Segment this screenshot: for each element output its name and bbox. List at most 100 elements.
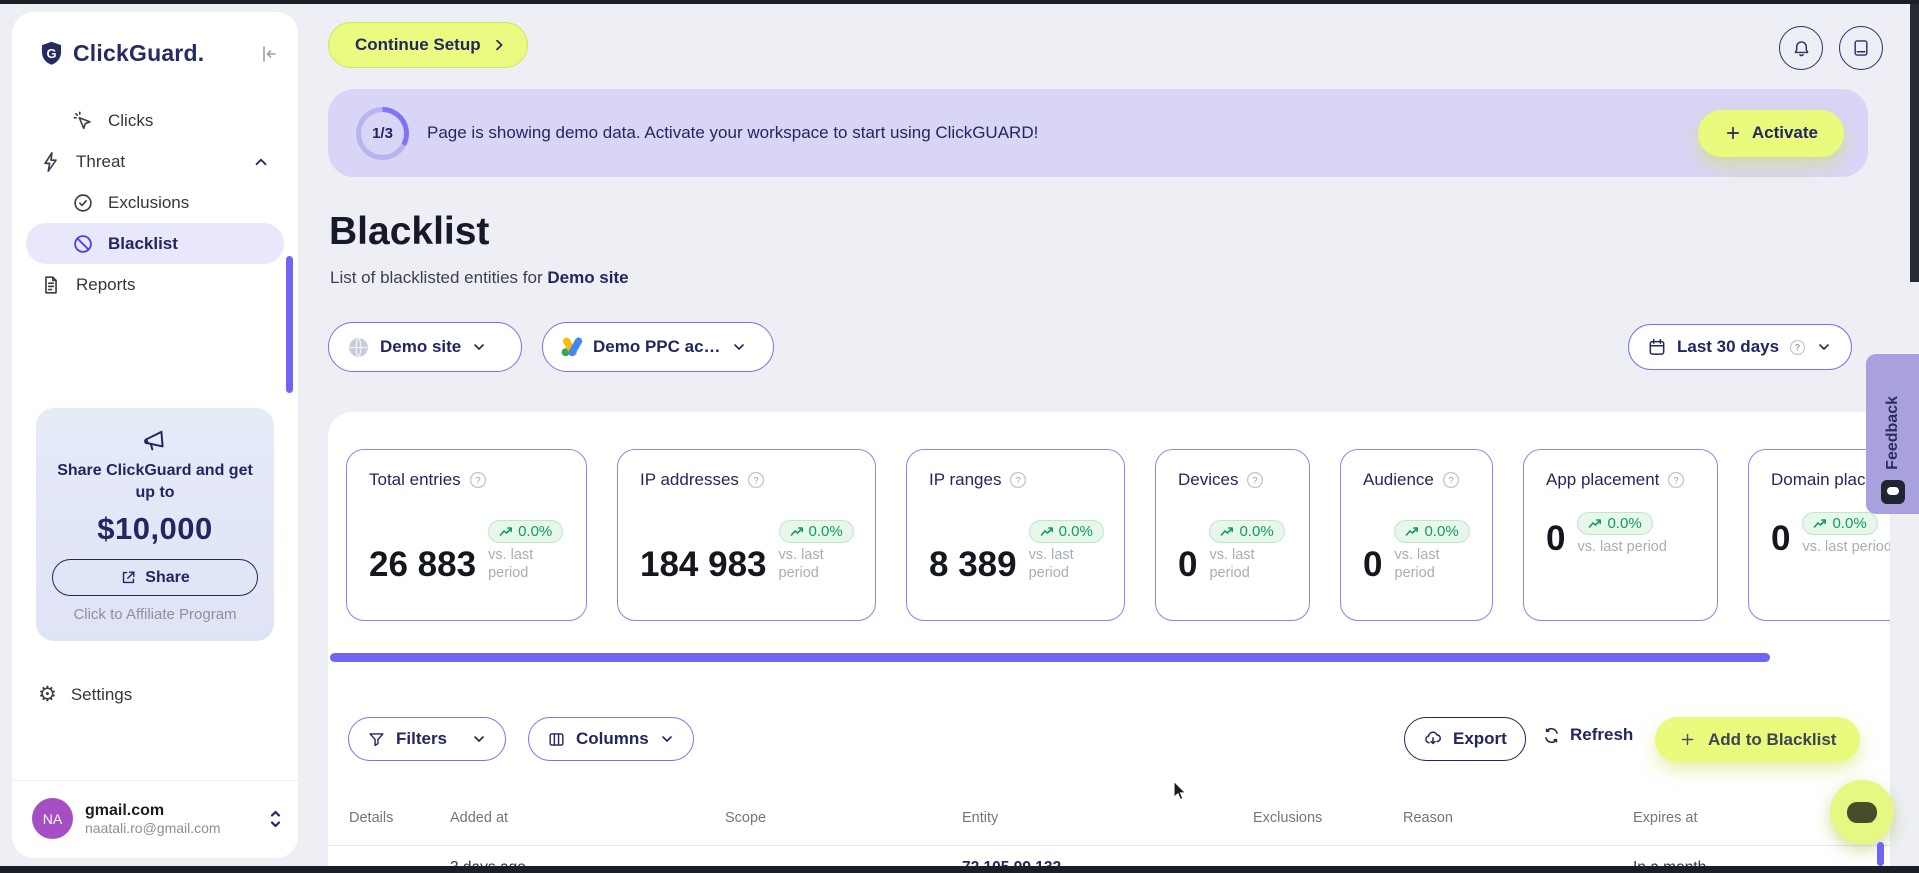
workspace-name: gmail.com [85,801,165,819]
stat-card-devices: Devices ? 0 0.0% vs. last period [1155,449,1310,621]
stat-value: 0 [1363,545,1383,585]
filters-button[interactable]: Filters [348,717,507,761]
column-header-details[interactable]: Details [349,810,393,826]
external-link-icon [120,569,137,586]
feedback-label: Feedback [1883,396,1901,470]
stat-card-audience: Audience ? 0 0.0% vs. last period [1340,449,1493,621]
exclusions-badge-check-icon [72,192,94,214]
sidebar-item-blacklist[interactable]: Blacklist [26,223,284,264]
ppc-account-selector[interactable]: Demo PPC ac… [542,322,774,372]
svg-text:?: ? [1253,475,1258,486]
page-subtitle: List of blacklisted entities for Demo si… [330,268,629,288]
stat-value: 8 389 [929,545,1017,585]
stat-label: Audience [1363,470,1434,489]
brand-shield-icon: G [38,40,65,67]
stat-note: vs. last period [1577,539,1667,555]
chevron-down-icon [1816,339,1832,355]
sidebar-item-label: Threat [76,151,126,171]
stat-delta: 0.0% [808,523,843,540]
cell-expires-at: In a month [1633,859,1706,866]
subtitle-text: List of blacklisted entities for [330,268,543,287]
blacklist-panel: Total entries ? 26 883 0.0% vs. last per… [328,412,1890,866]
site-selector-value: Demo site [380,337,462,356]
column-header-reason[interactable]: Reason [1403,810,1453,826]
subtitle-site-name: Demo site [547,268,629,287]
question-circle-icon[interactable]: ? [1667,471,1685,489]
sidebar-collapse-icon[interactable] [258,43,280,65]
avatar: NA [32,798,73,839]
stat-note: vs. last period [1209,547,1255,582]
feedback-tab[interactable]: Feedback [1866,354,1919,514]
date-range-selector[interactable]: Last 30 days ? [1628,324,1852,370]
workspace-switcher[interactable]: NA gmail.com naatali.ro@gmail.com [32,798,284,839]
stat-value: 0 [1771,519,1791,559]
stat-label: Total entries [369,470,461,489]
sidebar: G ClickGuard. Clicks Threat Exclusions B… [12,12,298,858]
notifications-button[interactable] [1779,26,1823,70]
refresh-label: Refresh [1570,725,1634,744]
user-email: naatali.ro@gmail.com [85,819,221,836]
question-circle-icon[interactable]: ? [469,471,487,489]
stat-note: vs. last period [488,547,534,582]
question-circle-icon[interactable]: ? [1246,471,1264,489]
chevron-down-icon [471,339,487,355]
add-to-blacklist-button[interactable]: Add to Blacklist [1655,717,1861,762]
stat-delta: 0.0% [518,523,553,540]
columns-button[interactable]: Columns [528,717,694,761]
sidebar-item-label: Clicks [108,110,154,130]
trend-up-icon [1221,527,1234,536]
chevron-up-icon[interactable] [252,153,270,171]
calendar-icon [1647,337,1667,357]
gear-icon: ⚙ [38,683,57,706]
question-circle-icon[interactable]: ? [1009,471,1027,489]
sidebar-item-label: Exclusions [108,192,190,212]
page-vertical-scrollbar[interactable] [1877,842,1884,866]
sidebar-item-settings[interactable]: ⚙ Settings [38,684,132,705]
stat-note: vs. last period [778,547,824,582]
funnel-icon [367,730,386,749]
export-label: Export [1453,729,1507,748]
sidebar-item-threat[interactable]: Threat [26,141,284,182]
refresh-icon [1542,726,1561,745]
threat-lightning-icon [40,151,62,173]
stats-horizontal-scrollbar[interactable] [330,653,1770,662]
continue-setup-label: Continue Setup [355,35,481,54]
column-header-added-at[interactable]: Added at [450,810,508,826]
site-selector[interactable]: Demo site [328,322,522,372]
chat-launcher-button[interactable] [1830,780,1894,844]
trend-up-icon [1814,519,1827,528]
refresh-button[interactable]: Refresh [1542,725,1633,745]
clicks-cursor-icon [72,110,94,132]
stat-delta: 0.0% [1607,515,1642,532]
question-circle-icon[interactable]: ? [747,471,765,489]
sidebar-divider [12,780,298,781]
share-button[interactable]: Share [52,559,258,597]
svg-text:?: ? [1674,475,1679,486]
docs-button[interactable] [1839,26,1883,70]
google-ads-icon [561,337,583,357]
affiliate-link-text[interactable]: Click to Affiliate Program [50,606,260,623]
column-header-expires-at[interactable]: Expires at [1633,810,1697,826]
column-header-entity[interactable]: Entity [962,810,998,826]
setup-progress-ring: 1/3 [356,106,409,160]
promo-text: Share ClickGuard and get up to [57,462,253,501]
svg-text:?: ? [475,475,480,486]
chevron-down-icon [471,731,487,747]
sidebar-item-exclusions[interactable]: Exclusions [26,182,284,223]
sidebar-item-reports[interactable]: Reports [26,264,284,305]
export-button[interactable]: Export [1404,717,1526,761]
speech-bubble-icon [1847,801,1877,823]
up-down-chevrons-icon [267,809,284,829]
sidebar-scrollbar[interactable] [286,256,293,393]
sidebar-item-clicks[interactable]: Clicks [26,100,284,141]
column-header-exclusions[interactable]: Exclusions [1253,810,1322,826]
activate-button[interactable]: Activate [1697,109,1844,157]
continue-setup-button[interactable]: Continue Setup [328,22,528,68]
question-circle-icon[interactable]: ? [1442,471,1460,489]
question-circle-icon: ? [1789,339,1806,356]
megaphone-icon [50,426,260,454]
column-header-scope[interactable]: Scope [725,810,766,826]
affiliate-promo-card[interactable]: Share ClickGuard and get up to $10,000 S… [36,408,274,641]
activate-label: Activate [1751,123,1818,142]
stat-delta: 0.0% [1832,515,1867,532]
